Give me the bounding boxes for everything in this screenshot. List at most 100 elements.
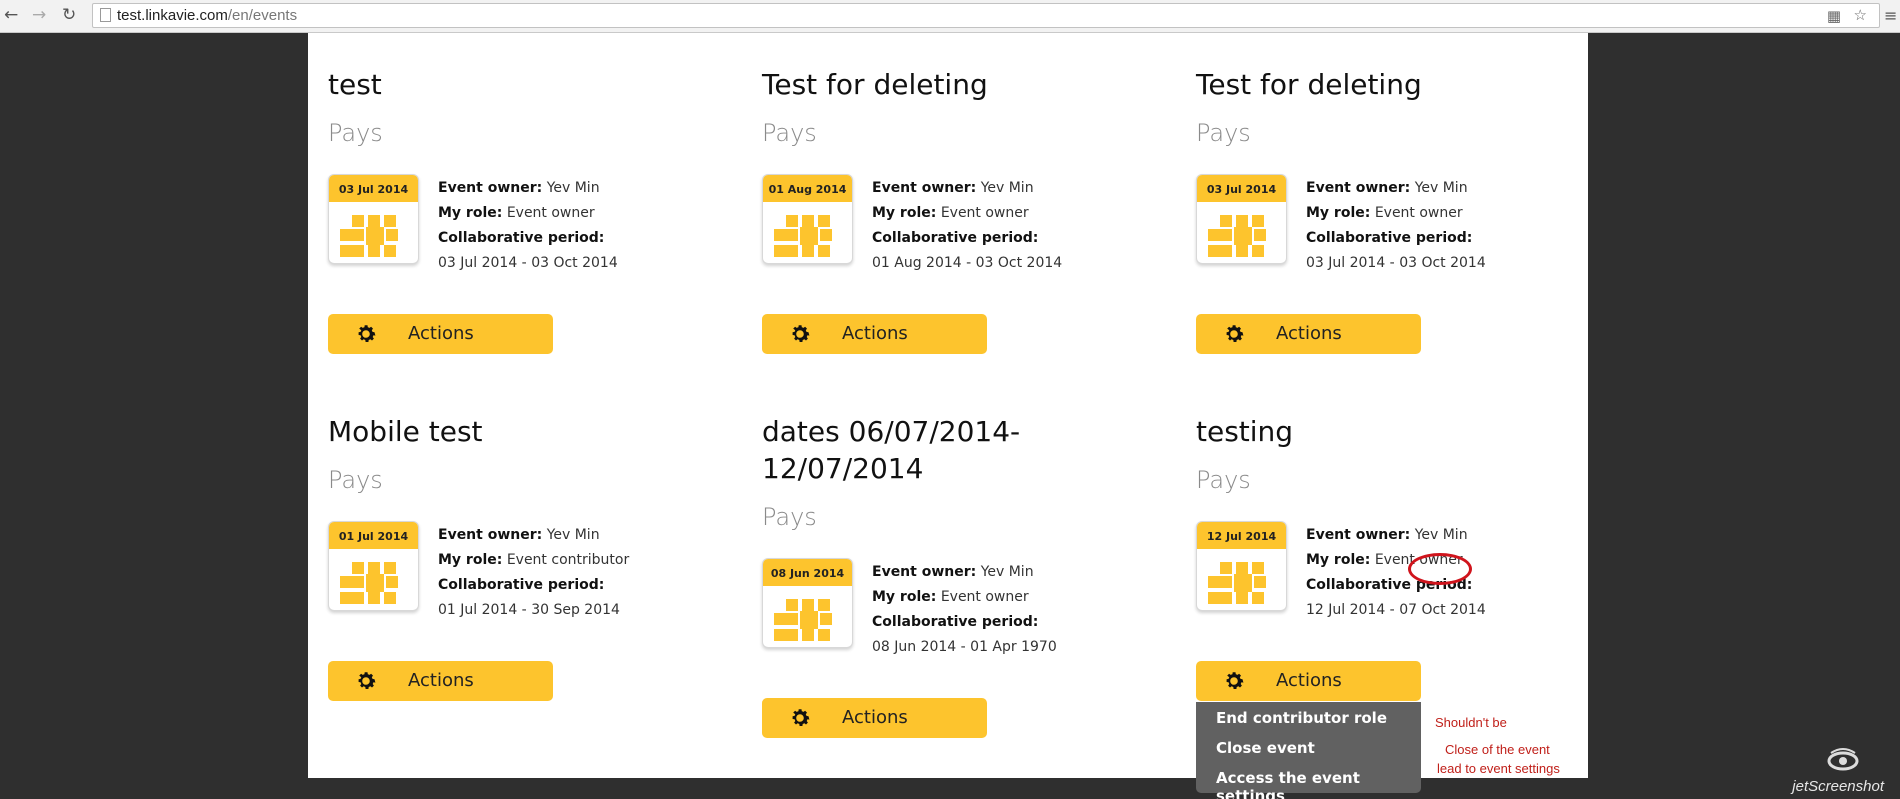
actions-button[interactable]: Actions	[1196, 661, 1421, 701]
actions-button[interactable]: Actions	[762, 698, 987, 738]
browser-toolbar: ← → ↻ test.linkavie.com/en/events ▦ ☆ ≡	[0, 0, 1900, 33]
actions-label: Actions	[842, 707, 908, 728]
actions-label: Actions	[408, 670, 474, 691]
period-value: 08 Jun 2014 - 01 Apr 1970	[872, 639, 1057, 655]
event-date: 03 Jul 2014	[1197, 175, 1286, 202]
role-value: Event owner	[506, 205, 595, 221]
back-icon[interactable]: ←	[4, 4, 18, 26]
role-value: Event owner	[940, 589, 1029, 605]
period-label: Collaborative period:	[872, 614, 1039, 630]
event-date: 12 Jul 2014	[1197, 522, 1286, 549]
owner-label: Event owner:	[438, 527, 543, 543]
actions-button[interactable]: Actions	[1196, 314, 1421, 354]
period-label: Collaborative period:	[438, 230, 605, 246]
end-contributor-role-item[interactable]: End contributor role	[1216, 709, 1387, 727]
event-card: test Pays 03 Jul 2014 Event owner: Yev Mi…	[328, 66, 728, 366]
period-label: Collaborative period:	[438, 577, 605, 593]
gear-icon	[358, 672, 376, 689]
translate-icon[interactable]: ▦	[1827, 7, 1841, 25]
jetscreenshot-logo-icon	[1827, 748, 1859, 771]
event-subtitle: Pays	[762, 119, 817, 147]
event-card: dates 06/07/2014- 12/07/2014 Pays 08 Jun 2…	[762, 413, 1162, 738]
calendar-icon: 03 Jul 2014	[328, 174, 419, 264]
owner-value: Yev Min	[546, 527, 600, 543]
page-icon	[100, 8, 111, 22]
close-event-item[interactable]: Close event	[1216, 739, 1315, 757]
owner-label: Event owner:	[872, 564, 977, 580]
period-label: Collaborative period:	[872, 230, 1039, 246]
event-title[interactable]: test	[328, 66, 728, 103]
role-value: Event owner	[1374, 205, 1463, 221]
url-domain: test.linkavie.com	[117, 7, 228, 24]
actions-label: Actions	[408, 323, 474, 344]
period-label: Collaborative period:	[1306, 230, 1473, 246]
event-date: 03 Jul 2014	[329, 175, 418, 202]
event-subtitle: Pays	[328, 466, 383, 494]
event-subtitle: Pays	[762, 503, 817, 531]
actions-button[interactable]: Actions	[762, 314, 987, 354]
address-text: test.linkavie.com/en/events	[117, 6, 297, 25]
owner-label: Event owner:	[1306, 527, 1411, 543]
owner-label: Event owner:	[872, 180, 977, 196]
event-date: 01 Jul 2014	[329, 522, 418, 549]
event-meta: Event owner: Yev Min My role: Event owne…	[872, 560, 1057, 660]
owner-value: Yev Min	[1414, 180, 1468, 196]
calendar-icon: 01 Aug 2014	[762, 174, 853, 264]
event-title[interactable]: Test for deleting	[762, 66, 1162, 103]
event-date: 08 Jun 2014	[763, 559, 852, 586]
gear-icon	[792, 709, 810, 726]
owner-value: Yev Min	[1414, 527, 1468, 543]
actions-label: Actions	[1276, 670, 1342, 691]
watermark: jetScreenshot	[1792, 778, 1884, 795]
actions-button[interactable]: Actions	[328, 661, 553, 701]
owner-value: Yev Min	[546, 180, 600, 196]
role-value: Event owner	[940, 205, 1029, 221]
period-value: 01 Aug 2014 - 03 Oct 2014	[872, 255, 1063, 271]
menu-icon[interactable]: ≡	[1884, 5, 1897, 27]
actions-label: Actions	[1276, 323, 1342, 344]
role-label: My role:	[872, 589, 937, 605]
access-event-settings-item[interactable]: Access the event settings	[1216, 769, 1421, 799]
event-title[interactable]: Test for deleting	[1196, 66, 1596, 103]
event-meta: Event owner: Yev Min My role: Event owne…	[1306, 176, 1486, 276]
event-subtitle: Pays	[1196, 466, 1251, 494]
event-subtitle: Pays	[1196, 119, 1251, 147]
actions-label: Actions	[842, 323, 908, 344]
gear-icon	[792, 325, 810, 342]
event-title-line2[interactable]: 12/07/2014	[762, 450, 1162, 487]
event-meta: Event owner: Yev Min My role: Event owne…	[872, 176, 1062, 276]
event-card: testing Pays 12 Jul 2014 Event owner: Yev…	[1196, 413, 1596, 713]
event-subtitle: Pays	[328, 119, 383, 147]
reload-icon[interactable]: ↻	[62, 4, 76, 26]
event-meta: Event owner: Yev Min My role: Event owne…	[438, 176, 618, 276]
calendar-icon: 01 Jul 2014	[328, 521, 419, 611]
event-title[interactable]: dates 06/07/2014-	[762, 413, 1162, 450]
url-path: /en/events	[227, 7, 298, 24]
calendar-icon: 12 Jul 2014	[1196, 521, 1287, 611]
period-value: 03 Jul 2014 - 03 Oct 2014	[1306, 255, 1486, 271]
event-card: Mobile test Pays 01 Jul 2014 Event owner:…	[328, 413, 728, 713]
event-card: Test for deleting Pays 03 Jul 2014 Event …	[1196, 66, 1596, 366]
calendar-icon: 08 Jun 2014	[762, 558, 853, 648]
annotation-ellipse	[1408, 553, 1472, 585]
address-bar[interactable]: test.linkavie.com/en/events ▦ ☆	[92, 3, 1880, 28]
owner-value: Yev Min	[980, 180, 1034, 196]
bookmark-star-icon[interactable]: ☆	[1854, 6, 1867, 24]
role-label: My role:	[438, 205, 503, 221]
gear-icon	[1226, 325, 1244, 342]
event-card: Test for deleting Pays 01 Aug 2014 Event …	[762, 66, 1162, 366]
role-label: My role:	[1306, 552, 1371, 568]
event-title[interactable]: testing	[1196, 413, 1596, 450]
period-value: 12 Jul 2014 - 07 Oct 2014	[1306, 602, 1486, 618]
event-title[interactable]: Mobile test	[328, 413, 728, 450]
role-label: My role:	[872, 205, 937, 221]
period-value: 03 Jul 2014 - 03 Oct 2014	[438, 255, 618, 271]
annotation-note-shouldnt-be: Shouldn't be	[1435, 715, 1507, 730]
event-date: 01 Aug 2014	[763, 175, 852, 202]
actions-dropdown: End contributor role Close event Access …	[1196, 702, 1421, 799]
annotation-note-lead-to-settings: lead to event settings	[1437, 761, 1560, 776]
forward-icon[interactable]: →	[32, 4, 46, 26]
calendar-icon: 03 Jul 2014	[1196, 174, 1287, 264]
gear-icon	[1226, 672, 1244, 689]
actions-button[interactable]: Actions	[328, 314, 553, 354]
